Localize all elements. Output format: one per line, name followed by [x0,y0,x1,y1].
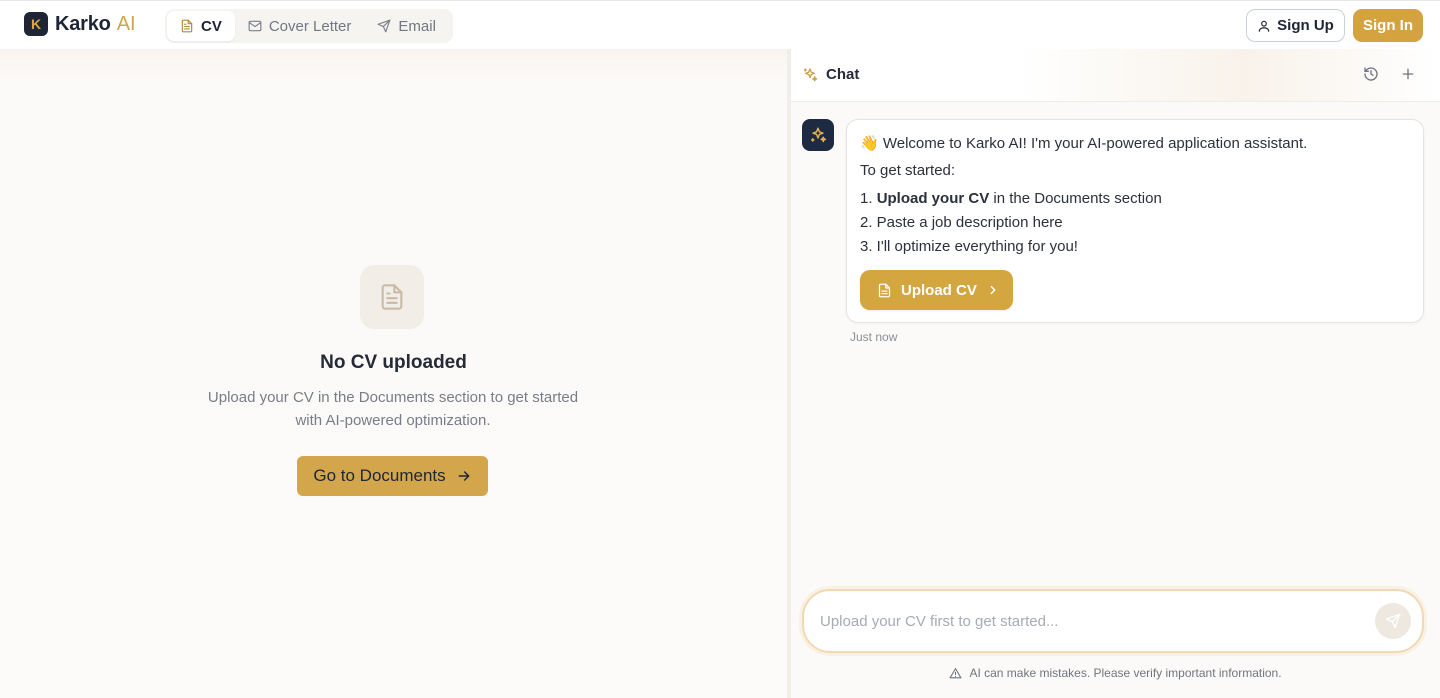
chat-title: Chat [802,66,859,83]
tab-cover-letter[interactable]: Cover Letter [235,11,365,41]
history-icon[interactable] [1363,66,1379,87]
empty-document-icon [360,265,424,329]
go-to-documents-label: Go to Documents [313,466,446,485]
empty-state-description: Upload your CV in the Documents section … [193,386,593,432]
message-step-3: 3. I'll optimize everything for you! [860,238,1078,255]
app-name-suffix: AI [116,12,136,35]
chat-input-box [802,589,1424,653]
step-1-bold: Upload your CV [876,190,990,207]
message-step-1: 1. Upload your CV in the Documents secti… [860,190,1162,207]
top-bar: K Karko AI CV Cover Letter Email Sign Up… [0,0,1440,49]
empty-state-description-line1: Upload your CV in the Documents section … [207,389,579,406]
greeting-text: Welcome to Karko AI! I'm your AI-powered… [882,135,1308,152]
sparkles-icon [810,127,827,143]
step-1-rest: in the Documents section [993,190,1162,207]
tab-cv-label: CV [201,17,222,35]
empty-state-title: No CV uploaded [320,352,467,373]
chat-panel: Chat 👋 Welcome to Karko AI! I'm your AI-… [791,49,1440,698]
go-to-documents-button[interactable]: Go to Documents [297,456,488,496]
sign-up-button[interactable]: Sign Up [1246,9,1345,42]
sparkles-icon [803,67,818,81]
sign-in-button[interactable]: Sign In [1353,9,1423,42]
chat-header: Chat [791,49,1440,102]
upload-cv-label: Upload CV [901,281,977,299]
tab-email[interactable]: Email [364,11,449,41]
disclaimer-text: AI can make mistakes. Please verify impo… [969,666,1282,680]
send-icon [377,19,391,33]
warning-icon [949,667,962,678]
message-step-2: 2. Paste a job description here [860,214,1063,231]
chevron-right-icon [990,285,996,295]
user-icon [1258,20,1270,32]
assistant-message: 👋 Welcome to Karko AI! I'm your AI-power… [846,119,1424,323]
document-icon [181,19,193,33]
mode-tabs: CV Cover Letter Email [165,9,453,43]
send-icon [1385,613,1401,629]
step-1-number: 1. [860,190,873,207]
wave-emoji: 👋 [860,135,879,152]
tab-email-label: Email [398,17,436,35]
message-timestamp: Just now [850,330,898,344]
cv-panel: No CV uploaded Upload your CV in the Doc… [0,49,787,698]
chat-title-label: Chat [826,66,860,83]
new-chat-plus-icon[interactable] [1400,66,1416,87]
tab-cv[interactable]: CV [167,11,235,41]
logo-mark: K [24,12,48,36]
message-greeting: 👋 Welcome to Karko AI! I'm your AI-power… [860,134,1307,152]
chat-input[interactable] [820,591,1360,651]
sign-up-label: Sign Up [1277,17,1334,34]
tab-cover-letter-label: Cover Letter [268,17,352,35]
mail-icon [248,20,262,32]
ai-disclaimer: AI can make mistakes. Please verify impo… [791,666,1440,680]
message-intro: To get started: [860,162,956,179]
assistant-avatar [802,119,834,151]
arrow-right-icon [458,471,470,481]
empty-state-description-line2: with AI-powered optimization. [295,412,491,429]
app-name: Karko [55,12,111,35]
app-logo[interactable]: K Karko AI [24,12,136,36]
send-button[interactable] [1375,603,1411,639]
document-icon [878,283,891,297]
upload-cv-button[interactable]: Upload CV [860,270,1013,310]
